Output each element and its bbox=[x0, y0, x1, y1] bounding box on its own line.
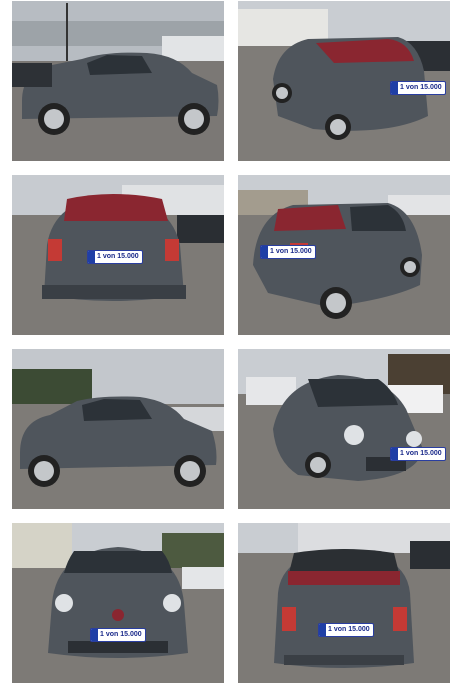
eu-band-icon bbox=[319, 624, 326, 636]
gallery-photo-5[interactable] bbox=[12, 349, 224, 509]
license-plate: 1 von 15.000 bbox=[318, 623, 374, 637]
plate-text: 1 von 15.000 bbox=[400, 450, 442, 457]
gallery-photo-2[interactable]: 1 von 15.000 bbox=[238, 1, 450, 161]
eu-band-icon bbox=[391, 82, 398, 94]
gallery-photo-7[interactable]: 1 von 15.000 bbox=[12, 523, 224, 683]
car-photo-rear-roof-open bbox=[238, 523, 450, 683]
eu-band-icon bbox=[391, 448, 398, 460]
plate-text: 1 von 15.000 bbox=[270, 248, 312, 255]
license-plate: 1 von 15.000 bbox=[390, 447, 446, 461]
license-plate: 1 von 15.000 bbox=[90, 628, 146, 642]
gallery-photo-3[interactable]: 1 von 15.000 bbox=[12, 175, 224, 335]
plate-text: 1 von 15.000 bbox=[328, 626, 370, 633]
car-photo-front-three-quarter bbox=[238, 349, 450, 509]
license-plate: 1 von 15.000 bbox=[260, 245, 316, 259]
gallery-photo-4[interactable]: 1 von 15.000 bbox=[238, 175, 450, 335]
car-photo-side-left bbox=[12, 1, 224, 161]
license-plate: 1 von 15.000 bbox=[390, 81, 446, 95]
license-plate: 1 von 15.000 bbox=[87, 250, 143, 264]
plate-text: 1 von 15.000 bbox=[97, 253, 139, 260]
eu-band-icon bbox=[91, 629, 98, 641]
eu-band-icon bbox=[261, 246, 268, 258]
photo-gallery: 1 von 15.000 1 von 15.000 1 von 15.000 1… bbox=[0, 0, 452, 683]
gallery-photo-8[interactable]: 1 von 15.000 bbox=[238, 523, 450, 683]
car-photo-front bbox=[12, 523, 224, 683]
eu-band-icon bbox=[88, 251, 95, 263]
gallery-photo-6[interactable]: 1 von 15.000 bbox=[238, 349, 450, 509]
gallery-photo-1[interactable] bbox=[12, 1, 224, 161]
car-photo-side-lot bbox=[12, 349, 224, 509]
plate-text: 1 von 15.000 bbox=[400, 84, 442, 91]
plate-text: 1 von 15.000 bbox=[100, 631, 142, 638]
